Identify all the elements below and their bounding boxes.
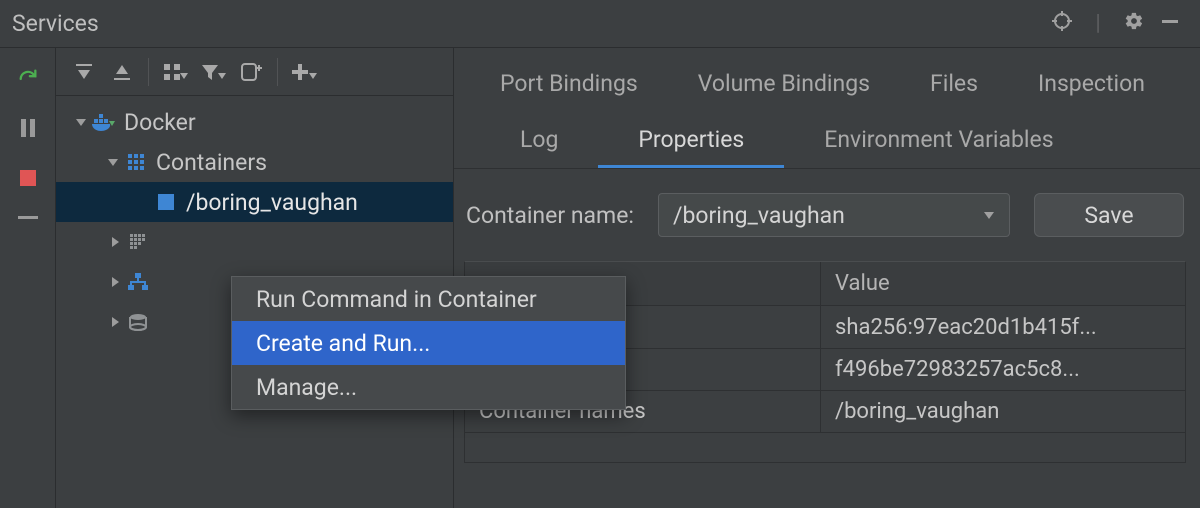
docker-icon	[90, 113, 118, 131]
group-by-icon[interactable]	[157, 55, 193, 89]
volumes-icon	[124, 313, 152, 331]
table-cell-value: sha256:97eac20d1b415f...	[821, 306, 1185, 348]
tree-node-containers[interactable]: Containers	[56, 142, 453, 182]
tree-toolbar	[56, 48, 453, 96]
tree-node-docker[interactable]: Docker	[56, 102, 453, 142]
tool-window-titlebar: Services |	[0, 0, 1200, 48]
pause-icon[interactable]	[16, 116, 40, 140]
tree-node-label: Docker	[124, 109, 196, 136]
tree-node-label: /boring_vaughan	[186, 189, 358, 216]
context-menu-item-manage[interactable]: Manage...	[232, 365, 625, 409]
chevron-down-icon[interactable]	[72, 116, 90, 128]
tab-port-bindings[interactable]: Port Bindings	[470, 58, 668, 114]
tree-node-collapsed-images[interactable]	[56, 222, 453, 262]
chevron-right-icon[interactable]	[106, 236, 124, 248]
detail-tabs-sub: Log Properties Environment Variables	[454, 114, 1200, 169]
stop-icon[interactable]	[16, 166, 40, 190]
filter-icon[interactable]	[195, 55, 231, 89]
collapse-all-icon[interactable]	[104, 55, 140, 89]
tree-node-label: Containers	[156, 149, 267, 176]
context-menu-item-run-command[interactable]: Run Command in Container	[232, 277, 625, 321]
hide-icon[interactable]	[16, 216, 40, 240]
detail-tabs-top: Port Bindings Volume Bindings Files Insp…	[454, 58, 1200, 114]
minimize-icon[interactable]	[1152, 11, 1188, 36]
tool-window-title: Services	[12, 10, 1044, 37]
save-button[interactable]: Save	[1034, 193, 1184, 237]
tab-inspection[interactable]: Inspection	[1008, 58, 1175, 114]
toolbar-separator	[148, 58, 149, 86]
table-cell-value: /boring_vaughan	[821, 391, 1185, 432]
rerun-icon[interactable]	[16, 66, 40, 90]
expand-all-icon[interactable]	[66, 55, 102, 89]
chevron-down-icon[interactable]	[104, 156, 122, 168]
container-icon	[152, 194, 180, 210]
images-icon	[124, 233, 152, 251]
table-spacer	[465, 432, 1185, 462]
networks-icon	[124, 273, 152, 291]
new-session-icon[interactable]	[233, 55, 269, 89]
tab-env-vars[interactable]: Environment Variables	[784, 114, 1093, 168]
context-menu-item-create-and-run[interactable]: Create and Run...	[232, 321, 625, 365]
tab-volume-bindings[interactable]: Volume Bindings	[668, 58, 900, 114]
chevron-down-icon	[983, 206, 995, 225]
tab-files[interactable]: Files	[900, 58, 1008, 114]
titlebar-separator: |	[1080, 11, 1116, 36]
chevron-right-icon[interactable]	[106, 316, 124, 328]
run-gutter	[0, 48, 56, 508]
toolbar-separator	[277, 58, 278, 86]
container-name-value: /boring_vaughan	[673, 202, 845, 229]
chevron-right-icon[interactable]	[106, 276, 124, 288]
gear-icon[interactable]	[1116, 11, 1152, 37]
context-menu: Run Command in Container Create and Run.…	[231, 276, 626, 410]
container-name-row: Container name: /boring_vaughan Save	[454, 169, 1200, 249]
tab-properties[interactable]: Properties	[598, 114, 784, 168]
tree-node-container-selected[interactable]: /boring_vaughan	[56, 182, 453, 222]
tab-log[interactable]: Log	[480, 114, 598, 168]
containers-icon	[122, 153, 150, 171]
add-icon[interactable]	[286, 55, 322, 89]
table-cell-value: f496be72983257ac5c8...	[821, 349, 1185, 390]
container-name-label: Container name:	[466, 202, 634, 229]
services-tree-panel: Docker Containers /boring_vaughan	[56, 48, 454, 508]
target-icon[interactable]	[1044, 11, 1080, 37]
table-header-value[interactable]: Value	[821, 262, 1185, 306]
container-name-select[interactable]: /boring_vaughan	[658, 193, 1010, 237]
